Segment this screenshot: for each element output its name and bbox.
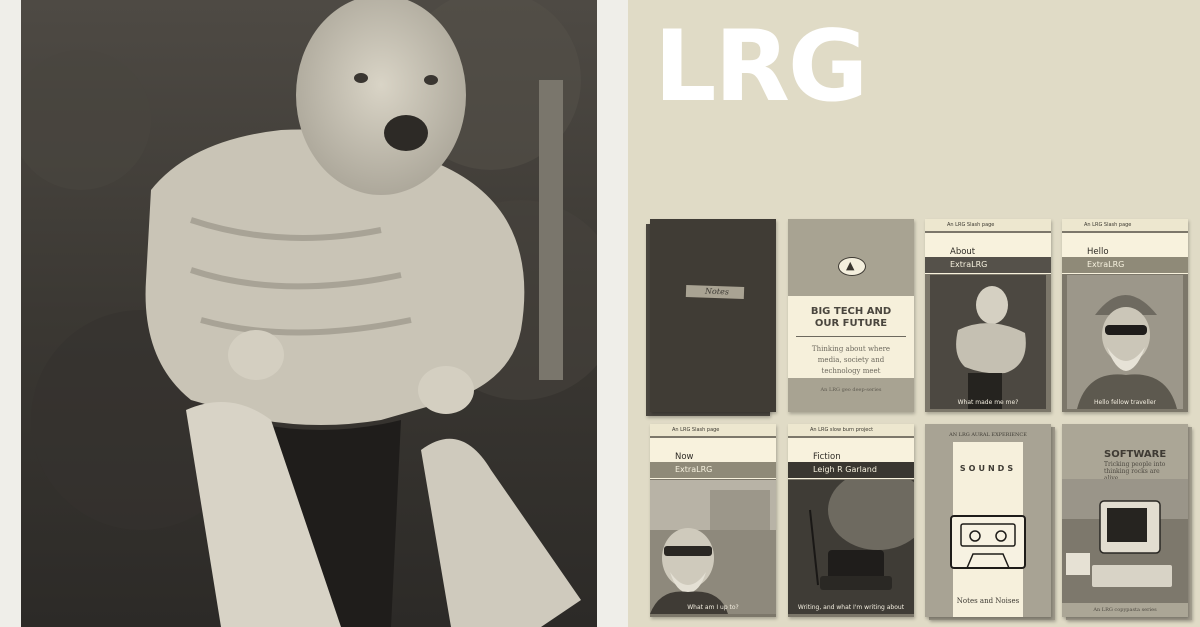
sounds-title: SOUNDS — [959, 464, 1017, 473]
bigtech-title: BIG TECH AND OUR FUTURE — [810, 306, 892, 329]
fiction-title: Fiction — [813, 452, 841, 462]
notes-card[interactable]: Notes — [650, 219, 776, 412]
projects-panel: LRG Notes ▲ BIG TECH AND OUR FUTURE Thin… — [628, 0, 1200, 627]
now-title: Now — [675, 452, 694, 462]
bigtech-panel: BIG TECH AND OUR FUTURE Thinking about w… — [788, 296, 914, 378]
about-caption: What made me me? — [957, 399, 1019, 406]
fiction-header: An LRG slow burn project — [788, 424, 914, 436]
fiction-subtitle: Leigh R Garland — [813, 465, 877, 474]
software-title: SOFTWARE — [1104, 449, 1167, 460]
hero-photo-baby — [21, 0, 597, 627]
notes-label-tape: Notes — [685, 284, 745, 300]
software-footer: An LRG copypasta series — [1093, 607, 1157, 613]
hello-photo: Hello fellow traveller — [1067, 275, 1183, 409]
about-title-bar: About — [925, 233, 1051, 257]
hello-title: Hello — [1087, 247, 1109, 257]
sounds-header: AN LRG AURAL EXPERIENCE — [949, 432, 1027, 438]
hello-subtitle-bar: ExtraLRG — [1062, 257, 1188, 274]
bigtech-subtitle: Thinking about where media, society and … — [811, 345, 891, 375]
about-subtitle-bar: ExtraLRG — [925, 257, 1051, 274]
about-header: An LRG Slash page — [925, 219, 1051, 231]
now-caption: What am I up to? — [687, 604, 739, 611]
now-title-bar: Now — [650, 438, 776, 462]
fiction-header-text: An LRG slow burn project — [810, 427, 874, 433]
rooster-icon: ▲ — [846, 259, 855, 272]
bigtech-badge: ▲ — [838, 257, 866, 276]
sounds-card[interactable]: AN LRG AURAL EXPERIENCE SOUNDS Notes and… — [925, 424, 1051, 617]
fiction-photo: Writing, and what I'm writing about — [788, 480, 914, 614]
software-photo — [1062, 479, 1188, 603]
now-header-text: An LRG Slash page — [672, 427, 720, 433]
now-header: An LRG Slash page — [650, 424, 776, 436]
hello-title-bar: Hello — [1062, 233, 1188, 257]
fiction-subtitle-bar: Leigh R Garland — [788, 462, 914, 479]
now-photo: What am I up to? — [650, 480, 776, 614]
about-photo: What made me me? — [930, 275, 1046, 409]
now-subtitle-bar: ExtraLRG — [650, 462, 776, 479]
sounds-footer: Notes and Noises — [956, 597, 1020, 605]
hello-header-text: An LRG Slash page — [1084, 222, 1132, 228]
hello-header: An LRG Slash page — [1062, 219, 1188, 231]
about-title: About — [950, 247, 976, 257]
hello-subtitle: ExtraLRG — [1087, 260, 1125, 269]
about-subtitle: ExtraLRG — [950, 260, 988, 269]
now-card[interactable]: An LRG Slash page Now ExtraLRG What am I… — [650, 424, 776, 617]
bigtech-divider — [796, 336, 906, 337]
hello-card[interactable]: An LRG Slash page Hello ExtraLRG Hello f… — [1062, 219, 1188, 412]
fiction-caption: Writing, and what I'm writing about — [797, 604, 905, 611]
fiction-title-bar: Fiction — [788, 438, 914, 462]
now-subtitle: ExtraLRG — [675, 465, 713, 474]
hello-caption: Hello fellow traveller — [1094, 399, 1156, 406]
bigtech-footer: An LRG geo deep-series — [820, 387, 882, 393]
about-card[interactable]: An LRG Slash page About ExtraLRG What ma… — [925, 219, 1051, 412]
site-logo[interactable]: LRG — [654, 18, 868, 116]
cassette-icon — [949, 514, 1027, 574]
fiction-card[interactable]: An LRG slow burn project Fiction Leigh R… — [788, 424, 914, 617]
software-card[interactable]: SOFTWARE Tricking people into thinking r… — [1062, 424, 1188, 617]
notes-label: Notes — [704, 286, 730, 297]
bigtech-card[interactable]: ▲ BIG TECH AND OUR FUTURE Thinking about… — [788, 219, 914, 412]
photo-panel — [0, 0, 628, 627]
about-header-text: An LRG Slash page — [947, 222, 995, 228]
